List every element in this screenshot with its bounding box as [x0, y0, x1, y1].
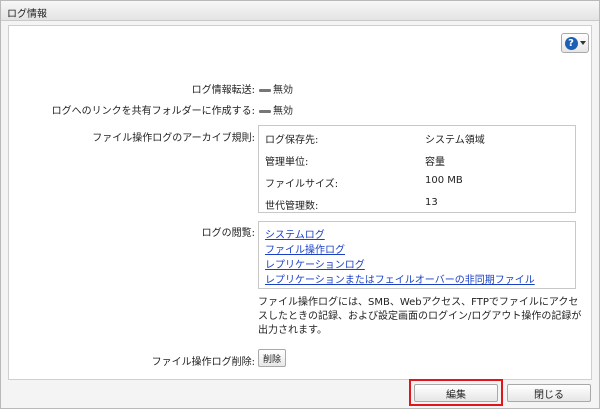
archive-key: 管理単位: — [265, 157, 309, 168]
edit-button[interactable]: 編集 — [414, 384, 498, 402]
log-transfer-value: 無効 — [259, 81, 293, 96]
toggle-off-icon — [259, 109, 271, 113]
log-transfer-label: ログ情報転送: — [191, 85, 255, 96]
share-link-status: 無効 — [273, 106, 293, 117]
help-icon: ? — [564, 36, 578, 50]
window-title: ログ情報 — [1, 1, 599, 21]
share-link-label: ログへのリンクを共有フォルダーに作成する: — [51, 106, 255, 117]
archive-rule-box: ログ保存先: システム領域 管理単位: 容量 ファイルサイズ: 100 MB 世… — [258, 125, 576, 213]
log-view-label: ログの閲覧: — [201, 228, 255, 239]
archive-key: ファイルサイズ: — [265, 179, 339, 190]
archive-value: 容量 — [425, 157, 445, 168]
caret-down-icon — [579, 41, 586, 45]
share-link-value: 無効 — [259, 102, 293, 117]
log-view-box: システムログ ファイル操作ログ レプリケーションログ レプリケーションまたはフェ… — [258, 221, 576, 289]
archive-value: 100 MB — [425, 175, 463, 186]
file-log-description: ファイル操作ログには、SMB、Webアクセス、FTPでファイルにアクセスしたとき… — [258, 297, 582, 336]
archive-rule-label: ファイル操作ログのアーカイブ規則: — [92, 133, 255, 144]
toggle-off-icon — [259, 88, 271, 92]
delete-log-button[interactable]: 削除 — [258, 349, 287, 367]
archive-key: 世代管理数: — [265, 201, 319, 212]
close-button[interactable]: 閉じる — [507, 384, 591, 402]
delete-log-label: ファイル操作ログ削除: — [151, 357, 255, 368]
link-async-file[interactable]: レプリケーションまたはフェイルオーバーの非同期ファイル — [265, 271, 535, 286]
content-panel: ? ログ情報転送: 無効 ログへのリンクを共有フォルダーに作成する: 無効 ファ… — [8, 25, 592, 380]
archive-value: システム領域 — [425, 135, 485, 146]
archive-value: 13 — [425, 197, 438, 208]
link-file-operation-log[interactable]: ファイル操作ログ — [265, 241, 345, 256]
log-info-window: ログ情報 ? ログ情報転送: 無効 ログへのリンクを共有フォルダーに作成する: … — [0, 0, 600, 409]
archive-key: ログ保存先: — [265, 135, 319, 146]
link-system-log[interactable]: システムログ — [265, 226, 325, 241]
log-transfer-status: 無効 — [273, 85, 293, 96]
link-replication-log[interactable]: レプリケーションログ — [265, 256, 365, 271]
help-button[interactable]: ? — [561, 33, 589, 53]
